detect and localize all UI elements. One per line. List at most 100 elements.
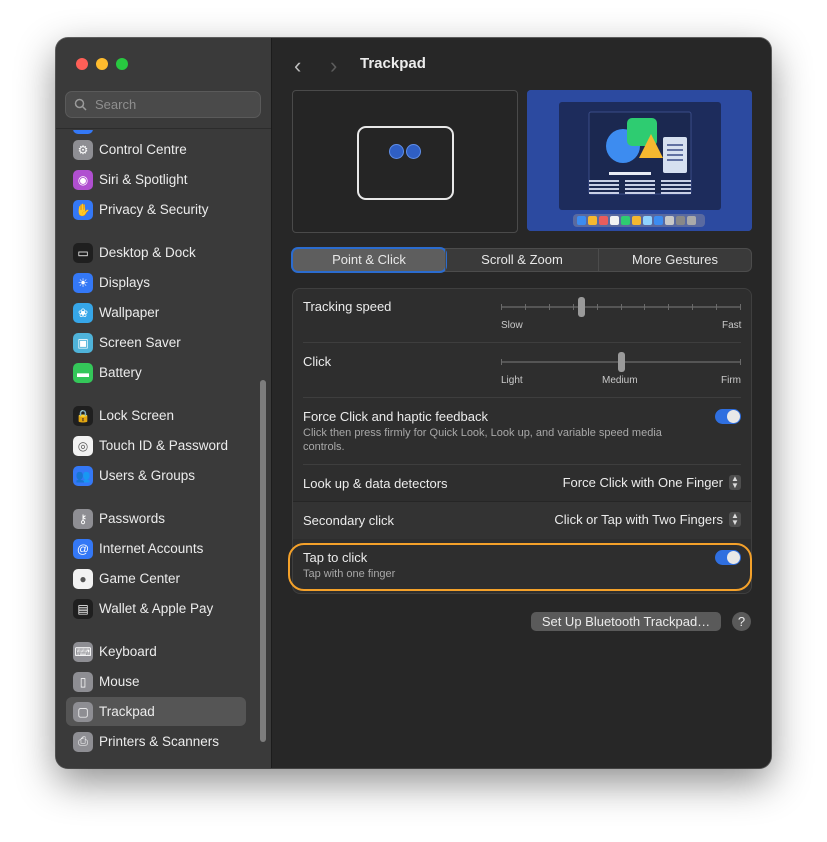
tracking-speed-slider[interactable]: [501, 297, 741, 317]
sidebar-scrollbar[interactable]: [260, 380, 266, 742]
click-slider[interactable]: [501, 352, 741, 372]
sidebar-item-label: Wallet & Apple Pay: [99, 601, 214, 616]
force-click-toggle[interactable]: [715, 409, 741, 424]
sidebar-item-label: Lock Screen: [99, 408, 175, 423]
divider: [56, 128, 271, 129]
sidebar-item-battery[interactable]: ▬ Battery: [66, 358, 246, 387]
look-up-value: Force Click with One Finger: [562, 475, 723, 490]
sidebar-item-passwords[interactable]: ⚷ Passwords: [66, 504, 246, 533]
sidebar-item-label: Screen Saver: [99, 335, 181, 350]
tab-scroll-zoom[interactable]: Scroll & Zoom: [445, 249, 598, 271]
slider-tick: [740, 359, 741, 365]
tab-point-click[interactable]: Point & Click: [293, 249, 445, 271]
sidebar-item-label: Users & Groups: [99, 468, 196, 483]
desktop-preview-image: [527, 90, 752, 231]
force-click-description: Click then press firmly for Quick Look, …: [303, 427, 662, 453]
lock-icon: 🔒: [73, 405, 93, 426]
back-button[interactable]: ‹: [294, 53, 301, 79]
sidebar-item-displays[interactable]: ☀ Displays: [66, 268, 246, 297]
slow-label: Slow: [501, 320, 523, 331]
divider: [303, 464, 741, 465]
chevron-updown-icon: ▲ ▼: [729, 475, 741, 490]
sidebar-item-lock-screen[interactable]: 🔒 Lock Screen: [66, 401, 246, 430]
force-click-label: Force Click and haptic feedback: [303, 409, 488, 424]
secondary-click-label: Secondary click: [303, 513, 395, 528]
trackpad-icon: ▢: [73, 701, 93, 722]
sidebar-item-label: Internet Accounts: [99, 541, 204, 556]
slider-tick: [621, 304, 622, 310]
forward-button[interactable]: ›: [330, 53, 337, 79]
divider: [303, 342, 741, 343]
printer-icon: ⎙: [73, 731, 93, 752]
sidebar-item-users-groups[interactable]: 👥 Users & Groups: [66, 461, 246, 490]
sidebar-item-privacy-security[interactable]: ✋ Privacy & Security: [66, 195, 246, 224]
control-centre-icon: ⚙: [73, 139, 93, 160]
sidebar-item-game-center[interactable]: ● Game Center: [66, 564, 246, 593]
slider-knob[interactable]: [578, 297, 585, 317]
sidebar-item-touch-id-password[interactable]: ◎ Touch ID & Password: [66, 431, 246, 460]
sidebar-item-mouse[interactable]: ▯ Mouse: [66, 667, 246, 696]
close-button[interactable]: [76, 58, 88, 70]
sidebar-item-label: Keyboard: [99, 644, 157, 659]
slider-tick: [668, 304, 669, 310]
search-field[interactable]: [65, 91, 261, 118]
help-button[interactable]: ?: [732, 612, 751, 631]
users-icon: 👥: [73, 465, 93, 486]
tab-more-gestures[interactable]: More Gestures: [598, 249, 751, 271]
sidebar-list: ⚙ Control Centre ◉ Siri & Spotlight ✋ Privacy…: [56, 130, 271, 768]
slider-tick: [525, 304, 526, 310]
chevron-updown-icon: ▲ ▼: [729, 512, 741, 527]
at-icon: @: [73, 538, 93, 559]
search-icon: [74, 98, 87, 111]
wallpaper-icon: ❀: [73, 302, 93, 323]
bluetooth-setup-button[interactable]: Set Up Bluetooth Trackpad…: [531, 612, 721, 631]
sidebar-item-printers-scanners[interactable]: ⎙ Printers & Scanners: [66, 727, 246, 756]
slider-tick: [501, 304, 502, 310]
sidebar-item-control-centre[interactable]: ⚙ Control Centre: [66, 135, 246, 164]
siri-icon: ◉: [73, 169, 93, 190]
firm-label: Firm: [721, 375, 741, 386]
gesture-preview: [292, 90, 518, 233]
slider-tick: [692, 304, 693, 310]
secondary-click-select[interactable]: Click or Tap with Two Fingers ▲ ▼: [554, 512, 741, 527]
settings-window: ⚙ Control Centre ◉ Siri & Spotlight ✋ Privacy…: [56, 38, 771, 768]
sidebar-item-label: Battery: [99, 365, 142, 380]
page-title: Trackpad: [360, 55, 426, 72]
gesture-video-preview: [527, 90, 752, 231]
dock-icon: ▭: [73, 242, 93, 263]
sidebar-item-keyboard[interactable]: ⌨ Keyboard: [66, 637, 246, 666]
highlight-annotation: [288, 543, 752, 591]
sidebar-item-label: Privacy & Security: [99, 202, 209, 217]
sidebar-item-siri-spotlight[interactable]: ◉ Siri & Spotlight: [66, 165, 246, 194]
look-up-select[interactable]: Force Click with One Finger ▲ ▼: [563, 475, 741, 490]
sidebar: ⚙ Control Centre ◉ Siri & Spotlight ✋ Privacy…: [56, 38, 272, 768]
search-input[interactable]: [93, 96, 257, 113]
battery-icon: ▬: [73, 362, 93, 383]
sidebar-item-label: Printers & Scanners: [99, 734, 220, 749]
minimize-button[interactable]: [96, 58, 108, 70]
slider-knob[interactable]: [618, 352, 625, 372]
trackpad-illustration: [357, 126, 454, 200]
sidebar-item-label: Displays: [99, 275, 151, 290]
hand-icon: ✋: [73, 199, 93, 220]
sidebar-item-label: Trackpad: [99, 704, 155, 719]
sidebar-item-desktop-dock[interactable]: ▭ Desktop & Dock: [66, 238, 246, 267]
wallet-icon: ▤: [73, 598, 93, 619]
key-icon: ⚷: [73, 508, 93, 529]
sidebar-item-trackpad[interactable]: ▢ Trackpad: [66, 697, 246, 726]
light-label: Light: [501, 375, 523, 386]
click-label: Click: [303, 354, 332, 369]
sidebar-item-label: Touch ID & Password: [99, 438, 229, 453]
sidebar-item-internet-accounts[interactable]: @ Internet Accounts: [66, 534, 246, 563]
secondary-click-value: Click or Tap with Two Fingers: [554, 512, 723, 527]
finger-dot: [406, 144, 421, 159]
sidebar-item-wallet-apple-pay[interactable]: ▤ Wallet & Apple Pay: [66, 594, 246, 623]
sidebar-item-wallpaper[interactable]: ❀ Wallpaper: [66, 298, 246, 327]
look-up-label: Look up & data detectors: [303, 476, 448, 491]
zoom-button[interactable]: [116, 58, 128, 70]
finger-dot: [389, 144, 404, 159]
sidebar-item-label: Siri & Spotlight: [99, 172, 188, 187]
sidebar-item-label: Game Center: [99, 571, 181, 586]
sidebar-item-screen-saver[interactable]: ▣ Screen Saver: [66, 328, 246, 357]
sidebar-item-label: Passwords: [99, 511, 166, 526]
